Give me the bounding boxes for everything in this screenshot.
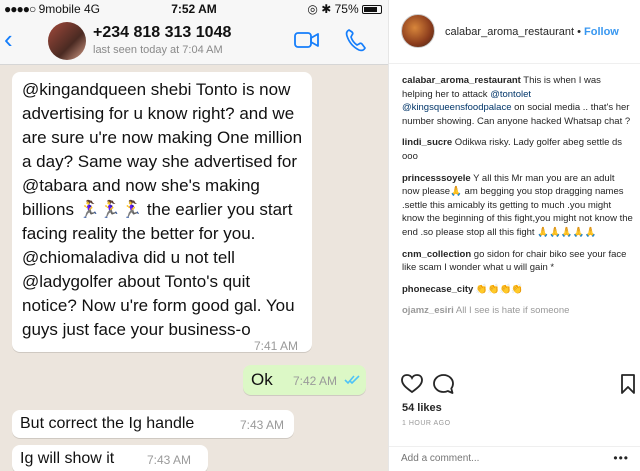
bookmark-icon[interactable]: [621, 374, 635, 394]
comment-username[interactable]: cnm_collection: [402, 249, 471, 260]
video-call-icon[interactable]: [294, 31, 320, 49]
profile-avatar[interactable]: [401, 14, 435, 48]
more-options-icon[interactable]: •••: [613, 451, 629, 465]
message-text: But correct the Ig handle: [20, 415, 195, 432]
comment: princesssoyele Y all this Mr man you are…: [402, 172, 634, 240]
comment-text: 👏👏👏👏: [473, 283, 524, 295]
message-text: Ig will show it: [20, 450, 115, 467]
separator-dot: •: [577, 26, 585, 38]
contact-phone-number[interactable]: +234 818 313 1048: [93, 24, 231, 42]
alarm-icon: ◎: [307, 2, 318, 16]
back-button[interactable]: ‹: [4, 26, 13, 52]
message-time: 7:42 AM: [293, 374, 338, 388]
chat-header: ‹ +234 818 313 1048 last seen today at 7…: [0, 18, 388, 65]
message-text: @kingandqueen shebi Tonto is now adverti…: [22, 80, 303, 339]
message-time: 7:43 AM: [240, 418, 285, 432]
battery-icon: [362, 5, 382, 14]
incoming-message-bubble[interactable]: But correct the Ig handle 7:43 AM: [12, 410, 294, 438]
comment-icon[interactable]: [433, 374, 454, 394]
add-comment-bar: •••: [389, 446, 640, 471]
message-text: Ok: [251, 370, 273, 389]
mention-link[interactable]: @kingsqueensfoodpalace: [402, 102, 511, 113]
comment: phonecase_city 👏👏👏👏: [402, 283, 634, 297]
incoming-message-bubble[interactable]: Ig will show it 7:43 AM: [12, 445, 208, 471]
follow-button[interactable]: Follow: [584, 26, 619, 38]
phone-call-icon[interactable]: [344, 28, 366, 52]
post-header: calabar_aroma_restaurant • Follow: [389, 0, 640, 64]
message-time: 7:41 AM: [254, 339, 299, 353]
username-link[interactable]: calabar_aroma_restaurant: [445, 26, 574, 38]
post-timestamp: 1 HOUR AGO: [402, 420, 451, 427]
battery-percent: 75%: [334, 2, 359, 16]
comment-text: All I see is hate if someone: [453, 305, 570, 317]
comment-username[interactable]: ojamz_esiri: [402, 305, 454, 316]
whatsapp-chat-screenshot: ●●●●○ 9mobile 4G 7:52 AM ◎ ✱ 75% ‹ +234 …: [0, 0, 388, 471]
message-time: 7:43 AM: [147, 453, 192, 467]
contact-avatar[interactable]: [48, 22, 86, 60]
comment: cnm_collection go sidon for chair biko s…: [402, 248, 634, 275]
incoming-message-bubble[interactable]: @kingandqueen shebi Tonto is now adverti…: [12, 72, 312, 353]
post-author: calabar_aroma_restaurant • Follow: [445, 26, 619, 38]
comment-username[interactable]: calabar_aroma_restaurant: [402, 75, 521, 86]
chevron-left-icon: ‹: [4, 24, 13, 54]
last-seen-status: last seen today at 7:04 AM: [93, 44, 223, 56]
comment-username[interactable]: princesssoyele: [402, 173, 471, 184]
status-right: ◎ ✱ 75%: [307, 2, 382, 16]
heart-icon[interactable]: [401, 374, 423, 394]
comment: lindi_sucre Odikwa risky. Lady golfer ab…: [402, 136, 634, 163]
likes-count[interactable]: 54 likes: [402, 402, 442, 414]
comment-username[interactable]: phonecase_city: [402, 284, 473, 295]
comment: ojamz_esiri All I see is hate if someone: [402, 304, 634, 318]
read-receipt-icon: [344, 375, 360, 385]
instagram-post-panel: calabar_aroma_restaurant • Follow calaba…: [388, 0, 640, 471]
status-bar: ●●●●○ 9mobile 4G 7:52 AM ◎ ✱ 75%: [0, 0, 388, 18]
comment-username[interactable]: lindi_sucre: [402, 137, 452, 148]
comment-input[interactable]: [401, 453, 601, 464]
outgoing-message-bubble[interactable]: Ok 7:42 AM: [243, 365, 366, 395]
caption: calabar_aroma_restaurant This is when I …: [402, 74, 634, 128]
comments-list: calabar_aroma_restaurant This is when I …: [402, 74, 634, 326]
post-action-bar: [389, 370, 640, 398]
mention-link[interactable]: @tontolet: [490, 89, 531, 100]
bluetooth-icon: ✱: [321, 2, 332, 16]
